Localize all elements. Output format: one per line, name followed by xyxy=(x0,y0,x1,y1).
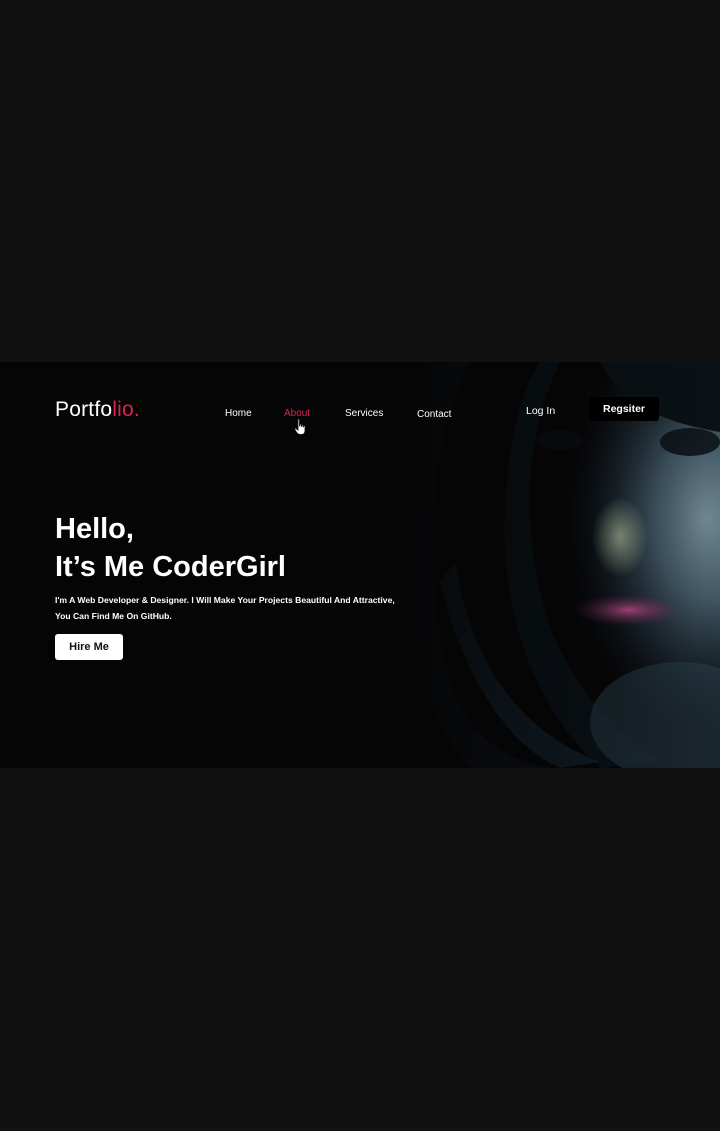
hero-heading: Hello, It’s Me CoderGirl xyxy=(55,510,286,586)
register-button[interactable]: Regsiter xyxy=(589,397,659,421)
nav-link-home[interactable]: Home xyxy=(225,408,252,419)
login-link[interactable]: Log In xyxy=(526,405,555,417)
hero-description: I'm A Web Developer & Designer. I Will M… xyxy=(55,592,435,624)
hero-description-line2: You Can Find Me On GitHub. xyxy=(55,611,172,621)
screenshot-frame: Portfolio. Home About Services Contact L… xyxy=(0,0,720,1131)
pointer-hand-cursor-icon xyxy=(293,418,309,436)
hire-me-button[interactable]: Hire Me xyxy=(55,634,123,660)
hero-heading-line2: It’s Me CoderGirl xyxy=(55,551,286,583)
portfolio-hero-section: Portfolio. Home About Services Contact L… xyxy=(0,362,720,768)
hero-description-line1: I'm A Web Developer & Designer. I Will M… xyxy=(55,595,395,605)
hero-heading-line1: Hello, xyxy=(55,513,134,545)
nav-link-contact[interactable]: Contact xyxy=(417,409,451,420)
nav-link-services[interactable]: Services xyxy=(345,408,383,419)
